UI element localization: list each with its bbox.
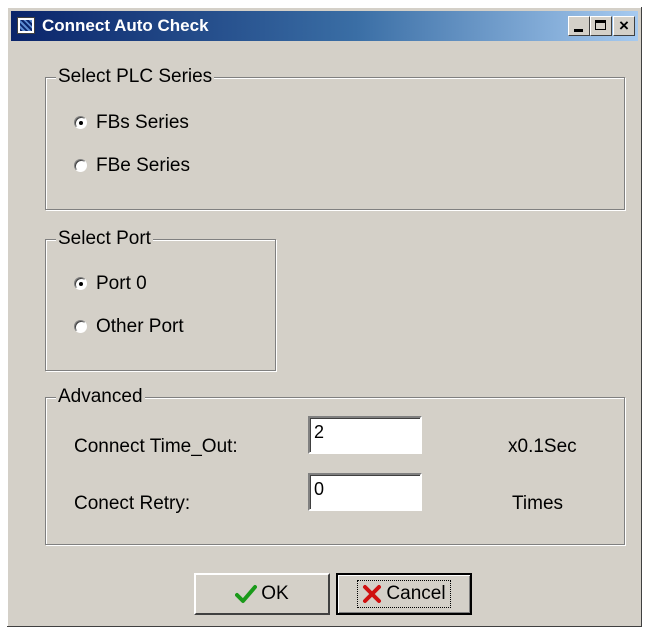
advanced-legend: Advanced <box>56 386 145 408</box>
plc-series-legend: Select PLC Series <box>56 66 215 88</box>
retry-input[interactable]: 0 <box>308 473 422 511</box>
check-icon <box>235 585 258 603</box>
timeout-label: Connect Time_Out: <box>74 436 238 457</box>
advanced-group: Advanced Connect Time_Out: 2 x0.1Sec Con… <box>45 386 625 545</box>
retry-label: Conect Retry: <box>74 493 191 514</box>
focus-rectangle: Cancel <box>357 580 451 608</box>
radio-button-selected[interactable] <box>74 116 87 129</box>
plc-series-group: Select PLC Series FBs Series FBe Series <box>45 66 625 210</box>
close-button[interactable]: × <box>613 16 635 36</box>
window-title: Connect Auto Check <box>42 16 209 35</box>
radio-label[interactable]: FBe Series <box>96 154 190 178</box>
timeout-input[interactable]: 2 <box>308 416 422 454</box>
ok-label: OK <box>261 583 289 604</box>
maximize-button[interactable] <box>590 16 612 36</box>
cancel-label: Cancel <box>386 583 446 604</box>
ok-button[interactable]: OK <box>194 573 330 615</box>
radio-button[interactable] <box>74 159 87 172</box>
port-group: Select Port Port 0 Other Port <box>45 228 276 371</box>
close-icon: × <box>619 16 629 35</box>
maximize-icon <box>595 20 606 30</box>
title-bar[interactable]: Connect Auto Check × <box>11 11 638 41</box>
retry-unit: Times <box>512 493 564 514</box>
minimize-icon <box>574 29 583 32</box>
app-icon <box>17 17 35 34</box>
cancel-button[interactable]: Cancel <box>336 573 472 615</box>
connect-auto-check-dialog: Connect Auto Check × Select PLC Series F… <box>6 6 643 628</box>
timeout-unit: x0.1Sec <box>508 436 577 457</box>
radio-dot <box>79 121 83 125</box>
minimize-button[interactable] <box>568 16 590 36</box>
x-icon <box>363 585 382 603</box>
radio-dot <box>79 282 83 286</box>
radio-label[interactable]: FBs Series <box>96 111 189 135</box>
radio-label[interactable]: Other Port <box>96 315 184 339</box>
radio-button-selected[interactable] <box>74 277 87 290</box>
radio-button[interactable] <box>74 320 87 333</box>
port-legend: Select Port <box>56 228 153 250</box>
radio-label[interactable]: Port 0 <box>96 272 147 296</box>
